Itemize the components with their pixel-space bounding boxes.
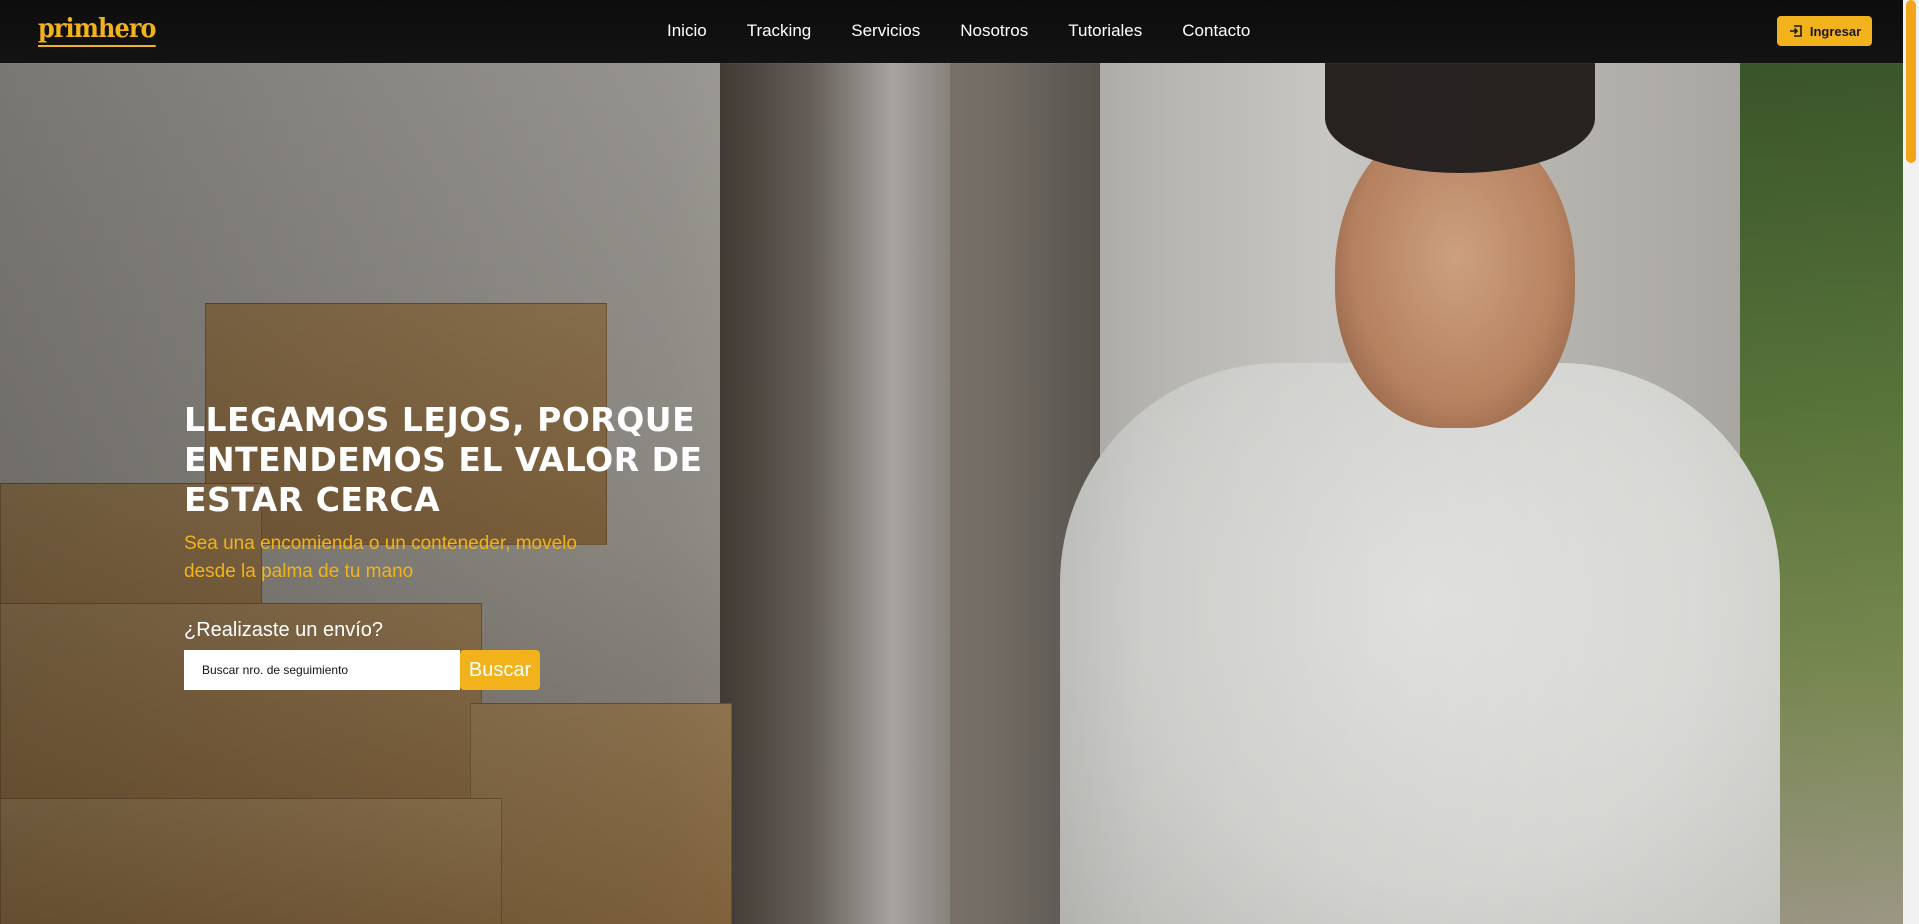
search-button[interactable]: Buscar (460, 650, 540, 690)
main-nav: Inicio Tracking Servicios Nosotros Tutor… (667, 20, 1290, 42)
brand-logo[interactable]: primhero (38, 14, 156, 47)
login-icon (1789, 25, 1802, 37)
nav-item-nosotros[interactable]: Nosotros (960, 20, 1028, 42)
login-label: Ingresar (1809, 23, 1862, 39)
tracking-number-input[interactable] (184, 650, 460, 690)
nav-item-tutoriales[interactable]: Tutoriales (1068, 20, 1142, 42)
login-button[interactable]: Ingresar (1777, 16, 1872, 46)
page: primhero Inicio Tracking Servicios Nosot… (0, 0, 1919, 924)
nav-item-servicios[interactable]: Servicios (851, 20, 920, 42)
page-scrollbar-thumb[interactable] (1906, 0, 1916, 163)
hero-headline: LLEGAMOS LEJOS, PORQUE ENTENDEMOS EL VAL… (184, 400, 703, 520)
nav-item-inicio[interactable]: Inicio (667, 20, 707, 42)
hero-subtitle: Sea una encomienda o un conteneder, move… (184, 533, 577, 582)
nav-item-contacto[interactable]: Contacto (1182, 20, 1250, 42)
top-navbar: primhero Inicio Tracking Servicios Nosot… (0, 0, 1919, 63)
nav-item-tracking[interactable]: Tracking (747, 20, 812, 42)
tracking-question: ¿Realizaste un envío? (184, 619, 384, 641)
tracking-search-form: Buscar (184, 650, 540, 690)
